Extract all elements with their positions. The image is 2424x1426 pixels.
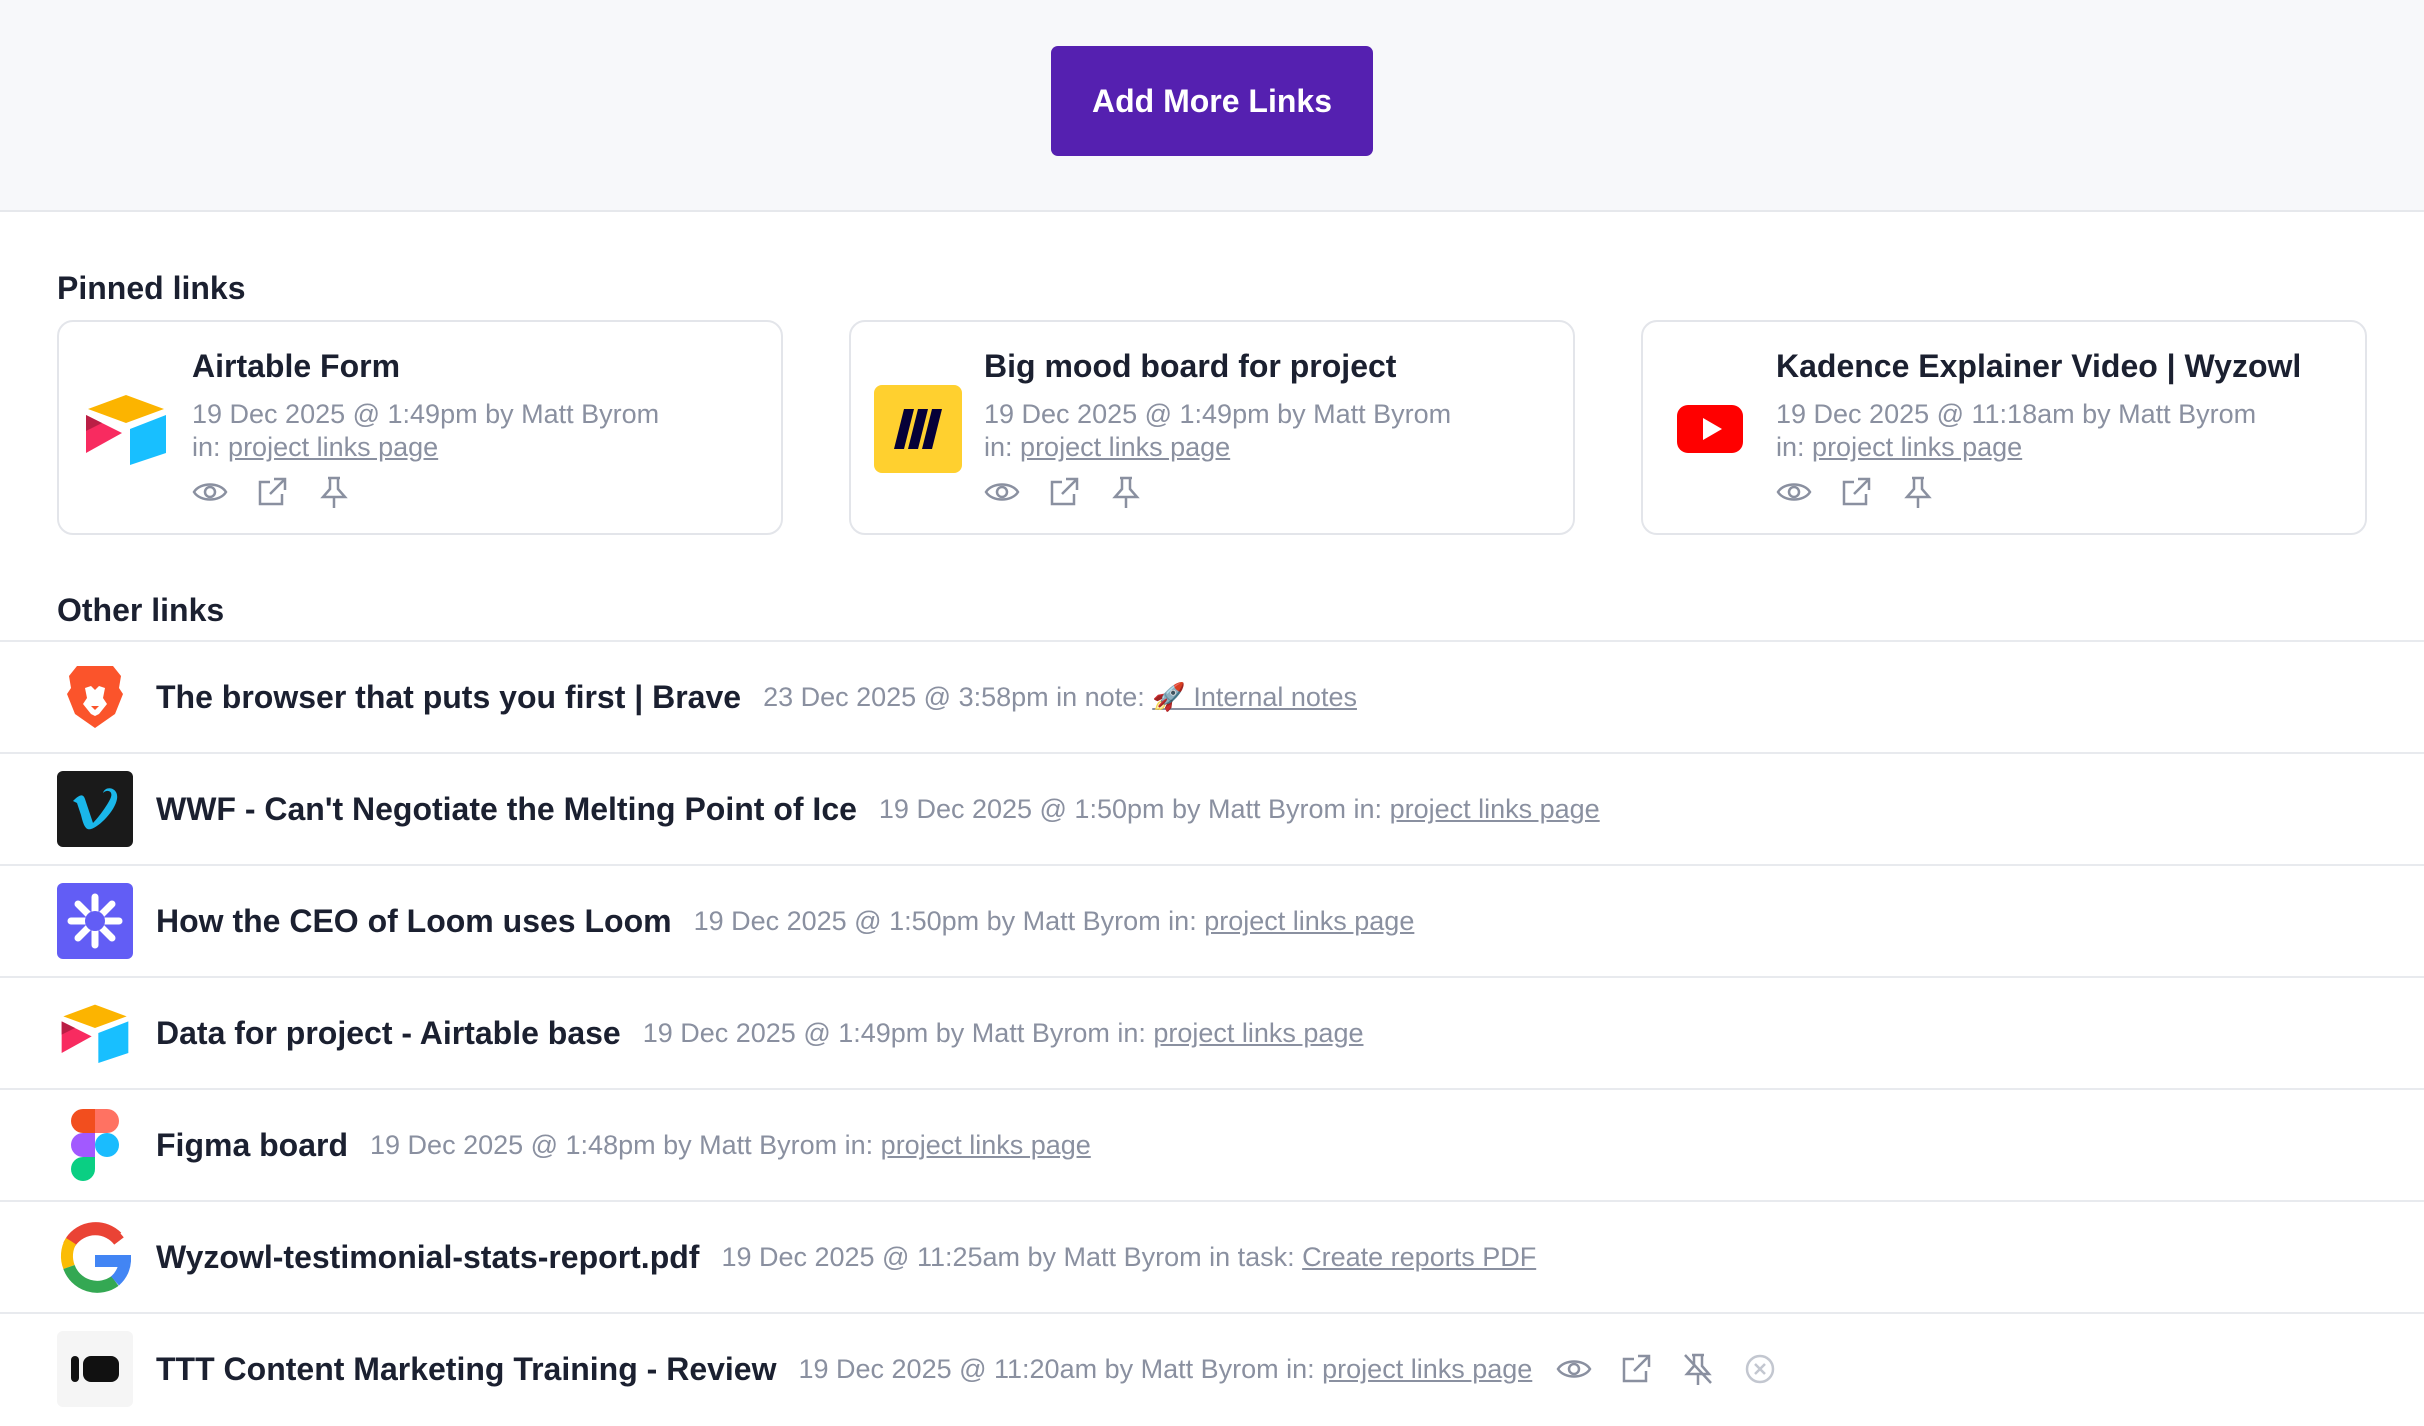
pin-icon[interactable] [316,474,352,510]
row-body: Figma board 19 Dec 2025 @ 1:48pm by Matt… [156,1090,1091,1200]
external-link-icon[interactable] [1046,474,1082,510]
row-meta-text: 19 Dec 2025 @ 11:20am by Matt Byrom in: [798,1353,1315,1384]
row-meta: 19 Dec 2025 @ 11:20am by Matt Byrom in: … [798,1354,1532,1385]
miro-icon [873,384,963,474]
list-item[interactable]: WWF - Can't Negotiate the Melting Point … [0,752,2424,864]
row-location-link[interactable]: project links page [1204,906,1414,936]
card-meta-date: 19 Dec 2025 @ 1:49pm by Matt Byrom [984,399,1452,429]
row-meta-text: 19 Dec 2025 @ 1:48pm by Matt Byrom in: [370,1129,874,1160]
pinned-card[interactable]: Big mood board for project 19 Dec 2025 @… [849,320,1575,535]
row-meta: 19 Dec 2025 @ 1:48pm by Matt Byrom in: p… [370,1130,1091,1161]
youtube-icon [1665,384,1755,474]
row-body: How the CEO of Loom uses Loom 19 Dec 202… [156,866,1414,976]
pin-icon[interactable] [1108,474,1144,510]
row-meta: 19 Dec 2025 @ 1:49pm by Matt Byrom in: p… [643,1018,1364,1049]
eye-icon[interactable] [192,474,228,510]
card-location-link[interactable]: project links page [228,432,438,462]
pitch-icon [57,1331,133,1407]
row-title[interactable]: Figma board [156,1127,348,1164]
list-item[interactable]: TTT Content Marketing Training - Review … [0,1312,2424,1424]
row-actions [1556,1351,1778,1387]
other-links-list: The browser that puts you first | Brave … [0,640,2424,1424]
row-title[interactable]: Wyzowl-testimonial-stats-report.pdf [156,1239,699,1276]
row-title[interactable]: WWF - Can't Negotiate the Melting Point … [156,791,857,828]
row-location-link[interactable]: Create reports PDF [1302,1242,1536,1272]
eye-icon[interactable] [1556,1351,1592,1387]
card-meta: 19 Dec 2025 @ 1:49pm by Matt Byrom in: p… [192,398,659,464]
row-body: The browser that puts you first | Brave … [156,642,1357,752]
card-in-prefix: in: [192,432,221,462]
pinned-card[interactable]: Kadence Explainer Video | Wyzowl 19 Dec … [1641,320,2367,535]
unpin-icon[interactable] [1680,1351,1716,1387]
eye-icon[interactable] [984,474,1020,510]
row-title[interactable]: TTT Content Marketing Training - Review [156,1351,776,1388]
row-location-link[interactable]: project links page [1390,794,1600,824]
row-body: TTT Content Marketing Training - Review … [156,1314,1778,1424]
list-item[interactable]: Wyzowl-testimonial-stats-report.pdf 19 D… [0,1200,2424,1312]
card-meta-date: 19 Dec 2025 @ 1:49pm by Matt Byrom [192,399,660,429]
row-meta-text: 19 Dec 2025 @ 1:49pm by Matt Byrom in: [642,1017,1146,1048]
external-link-icon[interactable] [1618,1351,1654,1387]
card-location-link[interactable]: project links page [1020,432,1230,462]
card-meta: 19 Dec 2025 @ 11:18am by Matt Byrom in: … [1776,398,2256,464]
row-meta: 19 Dec 2025 @ 1:50pm by Matt Byrom in: p… [694,906,1415,937]
other-links-heading: Other links [57,592,225,628]
row-meta-text: 19 Dec 2025 @ 11:25am by Matt Byrom in t… [721,1241,1295,1272]
row-meta-text: 23 Dec 2025 @ 3:58pm in note: [763,682,1145,712]
row-meta-text: 19 Dec 2025 @ 1:50pm by Matt Byrom in: [878,793,1383,824]
list-item[interactable]: Figma board 19 Dec 2025 @ 1:48pm by Matt… [0,1088,2424,1200]
list-item[interactable]: Data for project - Airtable base 19 Dec … [0,976,2424,1088]
row-body: Data for project - Airtable base 19 Dec … [156,978,1363,1088]
pinned-links-heading: Pinned links [57,270,246,306]
loom-icon [57,883,133,959]
pinned-card[interactable]: Airtable Form 19 Dec 2025 @ 1:49pm by Ma… [57,320,783,535]
eye-icon[interactable] [1776,474,1812,510]
close-icon[interactable] [1742,1351,1778,1387]
card-actions [984,474,1144,510]
pin-icon[interactable] [1900,474,1936,510]
top-bar: Add More Links [0,0,2424,212]
airtable-icon [57,995,133,1071]
row-body: WWF - Can't Negotiate the Melting Point … [156,754,1600,864]
airtable-icon [81,384,171,474]
row-meta: 23 Dec 2025 @ 3:58pm in note: 🚀 Internal… [763,681,1357,713]
external-link-icon[interactable] [1838,474,1874,510]
row-body: Wyzowl-testimonial-stats-report.pdf 19 D… [156,1202,1536,1312]
row-location-link[interactable]: project links page [1153,1018,1363,1048]
card-meta: 19 Dec 2025 @ 1:49pm by Matt Byrom in: p… [984,398,1451,464]
list-item[interactable]: The browser that puts you first | Brave … [0,640,2424,752]
brave-icon [57,659,133,735]
card-title[interactable]: Kadence Explainer Video | Wyzowl [1776,348,2301,385]
figma-icon [57,1107,133,1183]
vimeo-icon [57,771,133,847]
card-actions [1776,474,1936,510]
row-meta: 19 Dec 2025 @ 1:50pm by Matt Byrom in: p… [879,794,1600,825]
row-title[interactable]: The browser that puts you first | Brave [156,679,741,716]
card-in-prefix: in: [1776,432,1805,462]
row-title[interactable]: Data for project - Airtable base [156,1015,621,1052]
card-title[interactable]: Airtable Form [192,348,400,385]
row-location-link[interactable]: 🚀 Internal notes [1152,682,1357,712]
card-meta-date: 19 Dec 2025 @ 11:18am by Matt Byrom [1776,399,2257,429]
card-title[interactable]: Big mood board for project [984,348,1396,385]
external-link-icon[interactable] [254,474,290,510]
row-location-link[interactable]: project links page [1322,1354,1532,1384]
google-icon [57,1219,133,1295]
row-meta: 19 Dec 2025 @ 11:25am by Matt Byrom in t… [721,1242,1536,1273]
row-meta-text: 19 Dec 2025 @ 1:50pm by Matt Byrom in: [693,905,1197,936]
row-title[interactable]: How the CEO of Loom uses Loom [156,903,672,940]
card-actions [192,474,352,510]
card-in-prefix: in: [984,432,1013,462]
list-item[interactable]: How the CEO of Loom uses Loom 19 Dec 202… [0,864,2424,976]
pinned-links-grid: Airtable Form 19 Dec 2025 @ 1:49pm by Ma… [57,320,2367,535]
row-location-link[interactable]: project links page [881,1130,1091,1160]
add-more-links-button[interactable]: Add More Links [1051,46,1373,156]
card-location-link[interactable]: project links page [1812,432,2022,462]
